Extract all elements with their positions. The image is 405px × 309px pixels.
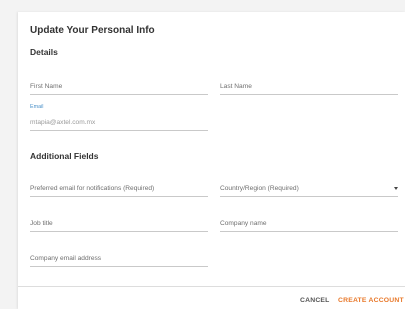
create-account-button[interactable]: CREATE ACCOUNT bbox=[338, 297, 404, 304]
caret-down-icon[interactable] bbox=[394, 187, 398, 190]
job-title-placeholder: Job title bbox=[30, 220, 53, 227]
email-value: mtapia@axtel.com.mx bbox=[30, 119, 96, 126]
first-name-placeholder: First Name bbox=[30, 83, 63, 90]
additional-fields-heading: Additional Fields bbox=[30, 151, 99, 161]
cancel-button[interactable]: CANCEL bbox=[300, 297, 330, 304]
company-email-field[interactable]: Company email address bbox=[30, 252, 208, 267]
footer-divider bbox=[18, 286, 405, 287]
first-name-field[interactable]: First Name bbox=[30, 80, 208, 95]
last-name-placeholder: Last Name bbox=[220, 83, 252, 90]
email-field[interactable]: mtapia@axtel.com.mx bbox=[30, 116, 208, 131]
preferred-email-field[interactable]: Preferred email for notifications (Requi… bbox=[30, 182, 208, 197]
preferred-email-placeholder: Preferred email for notifications (Requi… bbox=[30, 185, 155, 192]
job-title-field[interactable]: Job title bbox=[30, 217, 208, 232]
company-name-placeholder: Company name bbox=[220, 220, 267, 227]
company-name-field[interactable]: Company name bbox=[220, 217, 398, 232]
last-name-field[interactable]: Last Name bbox=[220, 80, 398, 95]
company-email-placeholder: Company email address bbox=[30, 255, 102, 262]
email-label: Email bbox=[30, 104, 44, 110]
country-region-select[interactable]: Country/Region (Required) bbox=[220, 182, 398, 197]
personal-info-dialog: Update Your Personal Info Details First … bbox=[18, 12, 405, 309]
country-region-placeholder: Country/Region (Required) bbox=[220, 185, 299, 192]
dialog-title: Update Your Personal Info bbox=[30, 25, 155, 36]
details-heading: Details bbox=[30, 47, 58, 57]
